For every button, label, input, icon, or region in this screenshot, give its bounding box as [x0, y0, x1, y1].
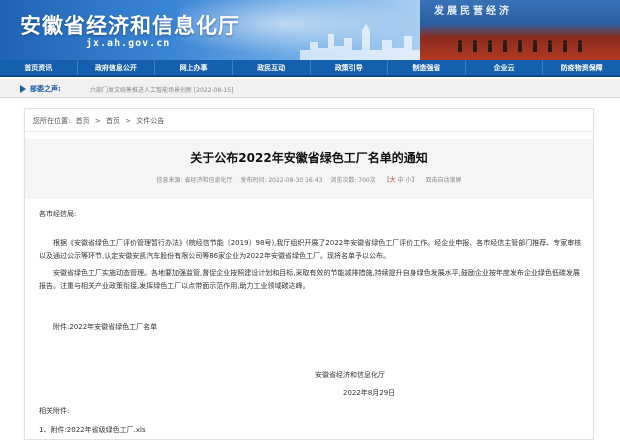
site-header: 安徽省经济和信息化厅 jx.ah.gov.cn 发展民营经济 [0, 0, 620, 60]
article-meta: 信息来源: 省经济和信息化厅 发布时间: 2022-08-30 16:43 浏览… [25, 175, 593, 184]
breadcrumb-item-home-2[interactable]: 首页 [106, 117, 120, 125]
font-size-bracket-close: 】 [411, 177, 418, 184]
related-attachments-label: 相关附件: [39, 407, 70, 415]
attachment-line: 附件:2022年安徽省绿色工厂名单 [53, 323, 158, 331]
meta-views: 700次 [358, 177, 376, 184]
site-title[interactable]: 安徽省经济和信息化厅 [20, 10, 240, 40]
meta-source-label: 信息来源: [156, 177, 183, 184]
ministry-news-ticker: 部委之声: 六部门发文统筹推进人工智能场景创新 [2022-08-15] [0, 79, 620, 98]
ticker-news-link[interactable]: 六部门发文统筹推进人工智能场景创新 [2022-08-15] [90, 85, 233, 94]
signer: 安徽省经济和信息化厅 [315, 371, 385, 379]
breadcrumb-divider [25, 131, 593, 132]
article-card: 您所在位置: 首页 > 首页 > 文件公告 关于公布2022年安徽省绿色工厂名单… [24, 108, 594, 440]
breadcrumb-separator: > [94, 117, 101, 125]
meta-source: 省经济和信息化厅 [184, 177, 233, 184]
paragraph-2: 安徽省绿色工厂实施动态管理。各地要加强监管,督促企业按照建设计划和目标,采取有效… [39, 269, 580, 290]
font-size-large-button[interactable]: 大 [390, 177, 396, 184]
nav-item-manufacturing[interactable]: 制造强省 [388, 60, 466, 75]
article-header: 关于公布2022年安徽省绿色工厂名单的通知 信息来源: 省经济和信息化厅 发布时… [25, 139, 593, 199]
banner-slogan: 发展民营经济 [434, 6, 512, 17]
breadcrumb-prefix: 您所在位置: [33, 117, 71, 125]
article-title: 关于公布2022年安徽省绿色工厂名单的通知 [190, 151, 428, 165]
meta-views-label: 浏览次数: [330, 177, 357, 184]
ticker-arrow-icon [20, 85, 26, 93]
breadcrumb-separator: > [125, 117, 132, 125]
stage-people-graphic [458, 40, 582, 52]
nav-item-gov-info[interactable]: 政府信息公开 [78, 60, 156, 75]
nav-item-policy[interactable]: 政策引导 [311, 60, 389, 75]
meta-date: 2022-08-30 16:43 [268, 177, 323, 184]
paragraph-1: 根据《安徽省绿色工厂评价管理暂行办法》(皖经信节能〔2019〕98号),我厅组织… [39, 239, 582, 260]
site-domain: jx.ah.gov.cn [86, 38, 171, 49]
breadcrumb-item-announcements[interactable]: 文件公告 [136, 117, 164, 125]
nav-item-enterprise-cloud[interactable]: 企业云 [466, 60, 544, 75]
breadcrumb-item-home-1[interactable]: 首页 [76, 117, 90, 125]
nav-item-home-news[interactable]: 首页资讯 [0, 60, 78, 75]
salutation: 各市经信局: [39, 210, 77, 218]
nav-item-epidemic-supplies[interactable]: 防疫物资保障 [543, 60, 620, 75]
breadcrumb: 您所在位置: 首页 > 首页 > 文件公告 [33, 116, 167, 126]
ticker-label: 部委之声: [30, 85, 61, 93]
sign-date: 2022年8月29日 [343, 389, 396, 397]
auto-scroll-toggle[interactable]: 双击自动滚屏 [426, 177, 462, 184]
banner-photo: 发展民营经济 [420, 0, 620, 60]
attachment-file-list: 1、附件:2022年省级绿色工厂.xls [39, 424, 584, 437]
nav-item-interaction[interactable]: 政民互动 [233, 60, 311, 75]
font-size-medium-button[interactable]: 中 [398, 177, 404, 184]
nav-item-online-services[interactable]: 网上办事 [155, 60, 233, 75]
meta-date-label: 发布时间: [240, 177, 267, 184]
main-nav: 首页资讯 政府信息公开 网上办事 政民互动 政策引导 制造强省 企业云 防疫物资… [0, 60, 620, 77]
attachment-file-link[interactable]: 1、附件:2022年省级绿色工厂.xls [39, 426, 146, 434]
